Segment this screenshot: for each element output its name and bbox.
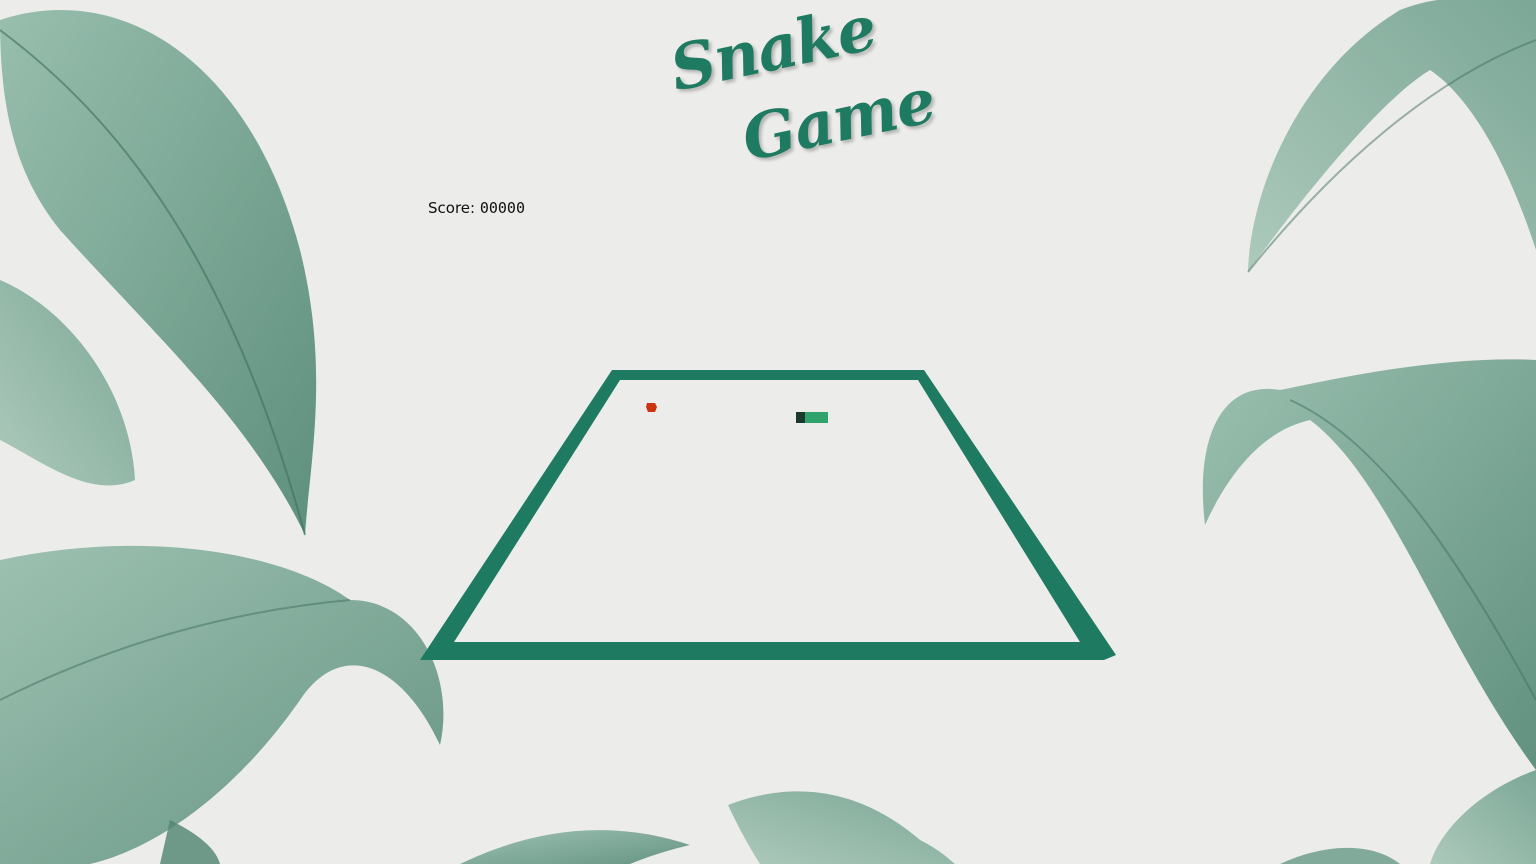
snake-head	[796, 412, 805, 423]
board-border	[420, 370, 1116, 660]
game-page: Snake Game Score: 00000	[0, 0, 1536, 864]
snake	[796, 412, 828, 423]
snake-body-segment	[804, 412, 828, 423]
game-board[interactable]	[0, 0, 1536, 864]
food-item	[646, 403, 657, 412]
